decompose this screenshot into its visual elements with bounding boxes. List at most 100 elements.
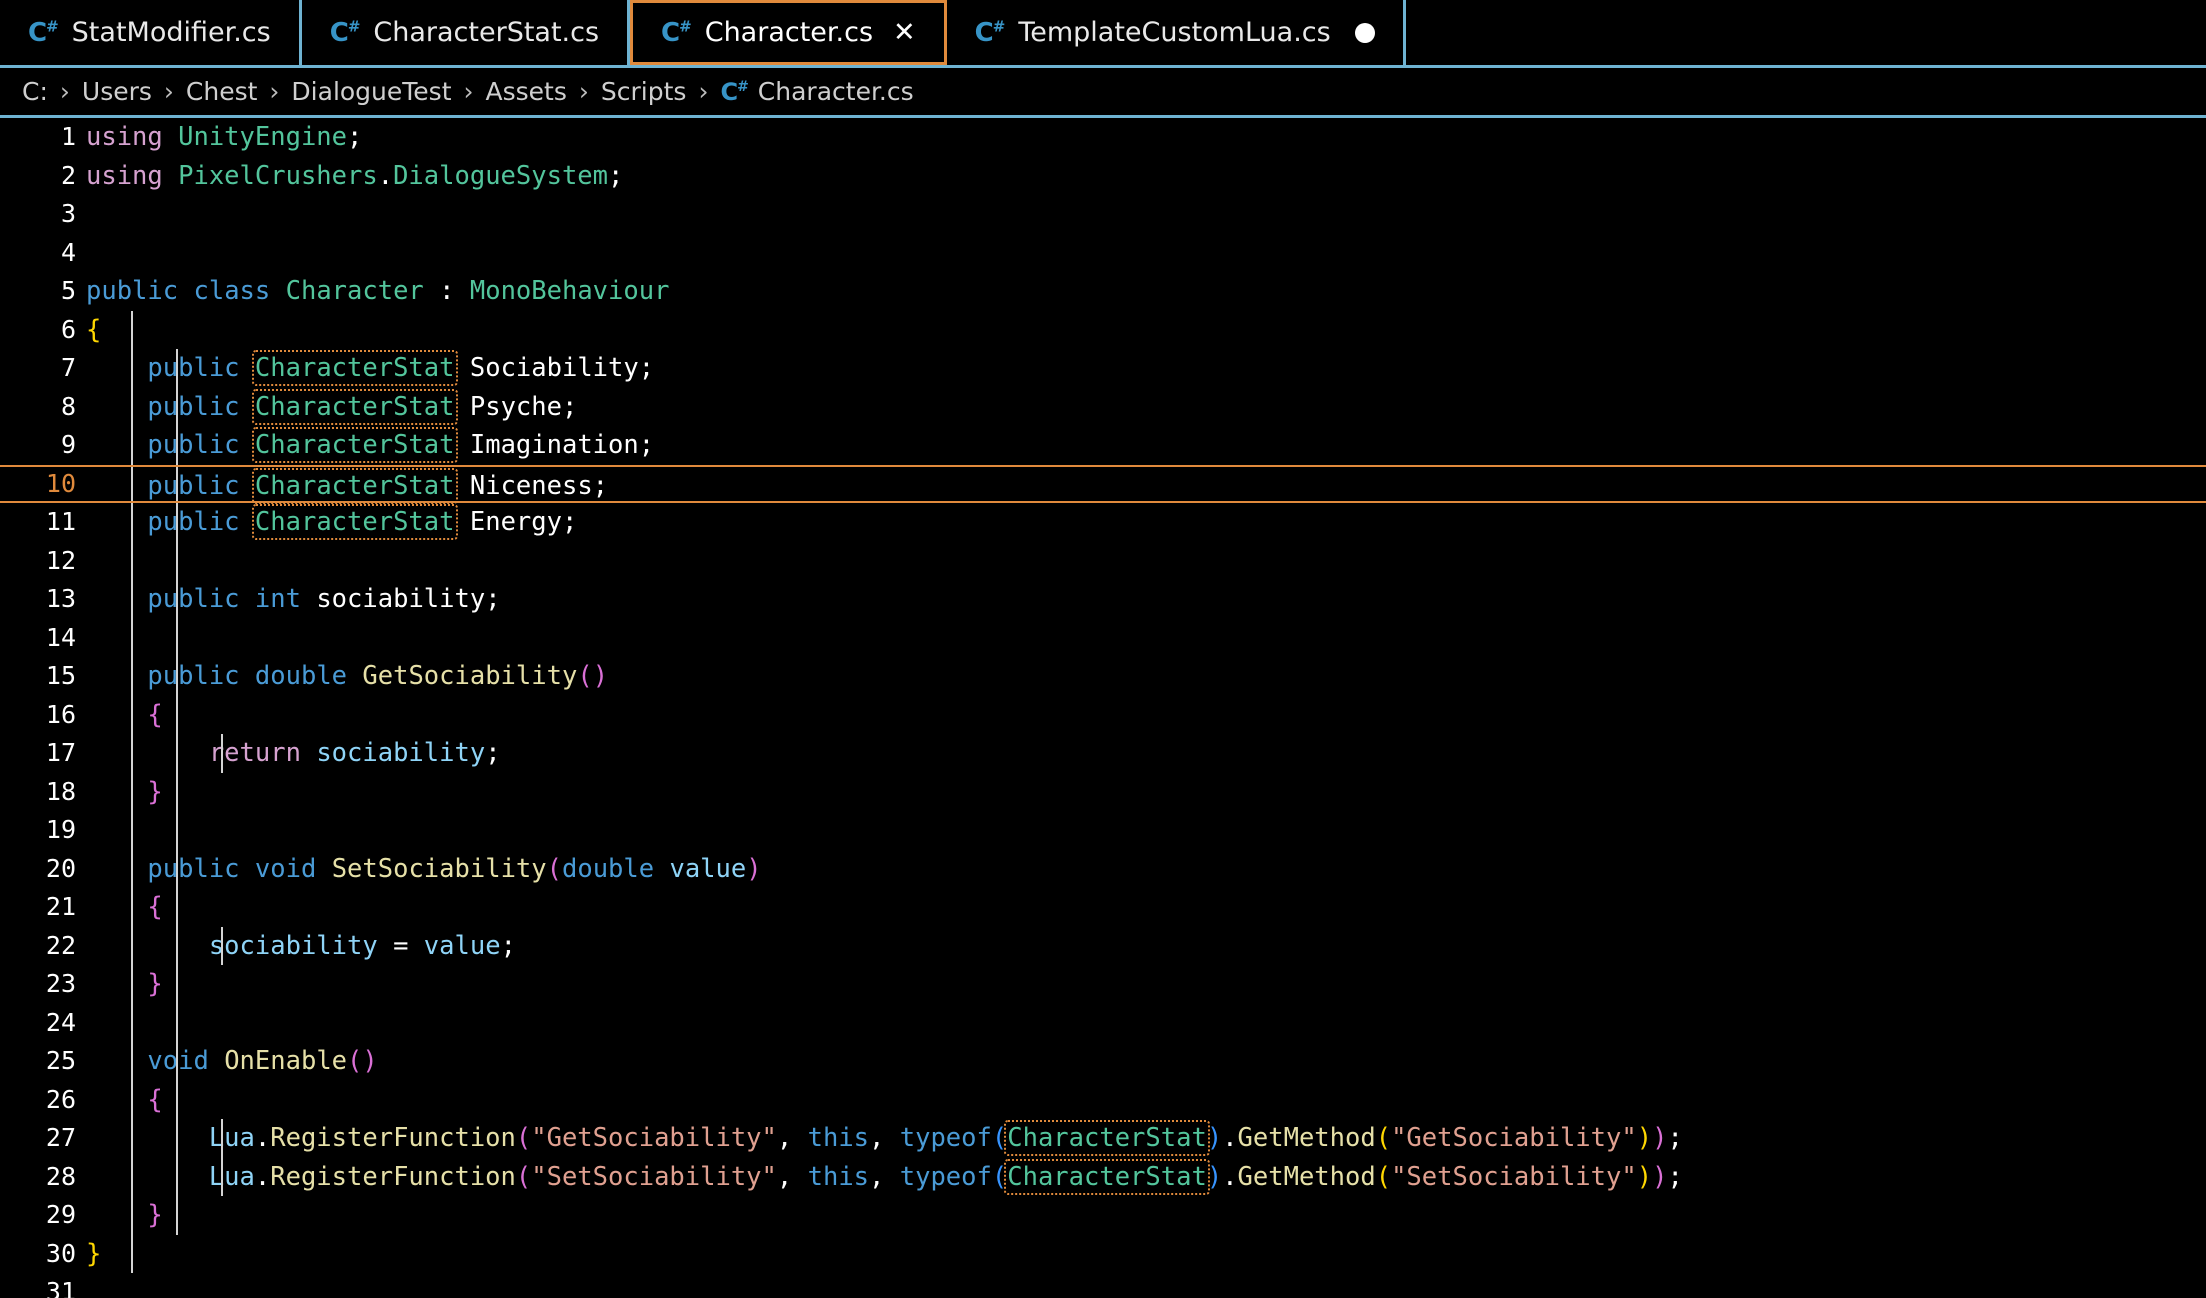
line-number: 12 <box>45 545 76 575</box>
code-text: using PixelCrushers.DialogueSystem; <box>86 160 624 191</box>
chevron-right-icon: › <box>269 77 280 106</box>
chevron-right-icon: › <box>163 77 174 106</box>
line-number: 28 <box>45 1161 76 1191</box>
code-text: } <box>86 965 2206 1004</box>
code-text: } <box>86 772 2206 811</box>
close-icon[interactable]: ✕ <box>893 19 916 46</box>
code-text: public CharacterStat Sociability; <box>86 349 2206 388</box>
breadcrumb-item-scripts[interactable]: Scripts <box>601 79 687 104</box>
symbol-highlight: CharacterStat <box>251 388 458 425</box>
code-line[interactable]: 8 public CharacterStat Psyche; <box>0 387 2206 426</box>
tab-characterstat-cs[interactable]: C# CharacterStat.cs <box>301 0 631 65</box>
code-line[interactable]: 18 } <box>0 772 2206 811</box>
line-number: 23 <box>45 969 76 999</box>
line-number: 2 <box>60 160 76 190</box>
breadcrumb-item-assets[interactable]: Assets <box>486 79 567 104</box>
line-number: 11 <box>45 507 76 537</box>
code-line[interactable]: 15 public double GetSociability() <box>0 657 2206 696</box>
code-line[interactable]: 1 using UnityEngine; <box>0 118 2206 157</box>
code-editor[interactable]: 1 using UnityEngine; 2 using PixelCrushe… <box>0 118 2206 1298</box>
code-line[interactable]: 2 using PixelCrushers.DialogueSystem; <box>0 157 2206 196</box>
code-line[interactable]: 30 } <box>0 1234 2206 1273</box>
code-text: return sociability; <box>86 734 2206 773</box>
code-line[interactable]: 17 return sociability; <box>0 734 2206 773</box>
breadcrumb-item-drive[interactable]: C: <box>22 79 48 104</box>
tab-label: CharacterStat.cs <box>373 17 600 48</box>
code-line-current[interactable]: 10 public CharacterStat Niceness; <box>0 464 2206 504</box>
line-number: 16 <box>45 699 76 729</box>
code-line[interactable]: 14 <box>0 618 2206 657</box>
code-line[interactable]: 27 Lua.RegisterFunction("GetSociability"… <box>0 1119 2206 1158</box>
unsaved-changes-dot-icon <box>1354 22 1375 43</box>
code-line[interactable]: 9 public CharacterStat Imagination; <box>0 426 2206 465</box>
line-number: 19 <box>45 815 76 845</box>
code-line[interactable]: 25 void OnEnable() <box>0 1042 2206 1081</box>
line-number: 20 <box>45 853 76 883</box>
code-line[interactable]: 22 sociability = value; <box>0 926 2206 965</box>
code-text <box>86 1003 2206 1042</box>
tab-character-cs[interactable]: C# Character.cs ✕ <box>630 0 947 65</box>
line-number: 9 <box>60 430 76 460</box>
symbol-highlight: CharacterStat <box>1004 1120 1210 1156</box>
breadcrumb-item-users[interactable]: Users <box>82 79 152 104</box>
breadcrumb-item-chest[interactable]: Chest <box>186 79 258 104</box>
code-text: public CharacterStat Imagination; <box>86 426 2206 465</box>
code-text: sociability = value; <box>86 926 2206 965</box>
line-number: 6 <box>60 314 76 344</box>
line-number: 5 <box>60 276 76 306</box>
tab-statmodifier-cs[interactable]: C# StatModifier.cs <box>0 0 302 65</box>
code-line[interactable]: 3 <box>0 195 2206 234</box>
line-number: 25 <box>45 1046 76 1076</box>
csharp-file-icon: C# <box>974 16 1006 48</box>
code-line[interactable]: 11 public CharacterStat Energy; <box>0 503 2206 542</box>
line-number: 27 <box>45 1123 76 1153</box>
line-number: 13 <box>45 584 76 614</box>
line-number-current: 10 <box>45 468 76 498</box>
csharp-file-icon: C# <box>329 16 361 48</box>
chevron-right-icon: › <box>59 77 70 106</box>
line-number: 3 <box>60 199 76 229</box>
chevron-right-icon: › <box>578 77 589 106</box>
code-line[interactable]: 5 public class Character : MonoBehaviour <box>0 272 2206 311</box>
code-line[interactable]: 20 public void SetSociability(double val… <box>0 849 2206 888</box>
breadcrumb-item-dialoguetest[interactable]: DialogueTest <box>291 79 451 104</box>
code-line[interactable]: 21 { <box>0 888 2206 927</box>
code-line[interactable]: 29 } <box>0 1196 2206 1235</box>
code-text: { <box>86 310 2206 349</box>
line-number: 29 <box>45 1200 76 1230</box>
tab-label: StatModifier.cs <box>71 17 271 48</box>
line-number: 18 <box>45 776 76 806</box>
symbol-highlight: CharacterStat <box>251 427 458 463</box>
vscode-window: C# StatModifier.cs C# CharacterStat.cs C… <box>0 0 2206 1298</box>
line-number: 24 <box>45 1007 76 1037</box>
chevron-right-icon: › <box>698 77 709 106</box>
editor-tab-bar: C# StatModifier.cs C# CharacterStat.cs C… <box>0 0 2206 68</box>
code-line[interactable]: 7 public CharacterStat Sociability; <box>0 349 2206 388</box>
code-line[interactable]: 4 <box>0 234 2206 273</box>
line-number: 31 <box>45 1277 76 1298</box>
code-line-list: 1 using UnityEngine; 2 using PixelCrushe… <box>0 118 2206 1298</box>
code-line[interactable]: 24 <box>0 1003 2206 1042</box>
tab-label: Character.cs <box>704 17 874 48</box>
code-line[interactable]: 26 { <box>0 1080 2206 1119</box>
breadcrumb-item-file[interactable]: Character.cs <box>758 79 914 104</box>
line-number: 1 <box>60 122 76 152</box>
code-line[interactable]: 31 <box>0 1273 2206 1298</box>
code-line[interactable]: 6 { <box>0 310 2206 349</box>
code-text: Lua.RegisterFunction("GetSociability", t… <box>86 1119 2206 1158</box>
code-text: public class Character : MonoBehaviour <box>86 276 670 306</box>
code-line[interactable]: 16 { <box>0 695 2206 734</box>
code-line[interactable]: 28 Lua.RegisterFunction("SetSociability"… <box>0 1157 2206 1196</box>
code-text: public CharacterStat Niceness; <box>86 466 2206 504</box>
tab-templatecustomlua-cs[interactable]: C# TemplateCustomLua.cs <box>946 0 1406 65</box>
line-number: 22 <box>45 930 76 960</box>
code-text: { <box>86 1080 2206 1119</box>
code-line[interactable]: 19 <box>0 811 2206 850</box>
code-line[interactable]: 23 } <box>0 965 2206 1004</box>
line-number: 8 <box>60 391 76 421</box>
symbol-highlight: CharacterStat <box>251 467 458 504</box>
code-line[interactable]: 13 public int sociability; <box>0 580 2206 619</box>
code-line[interactable]: 12 <box>0 541 2206 580</box>
